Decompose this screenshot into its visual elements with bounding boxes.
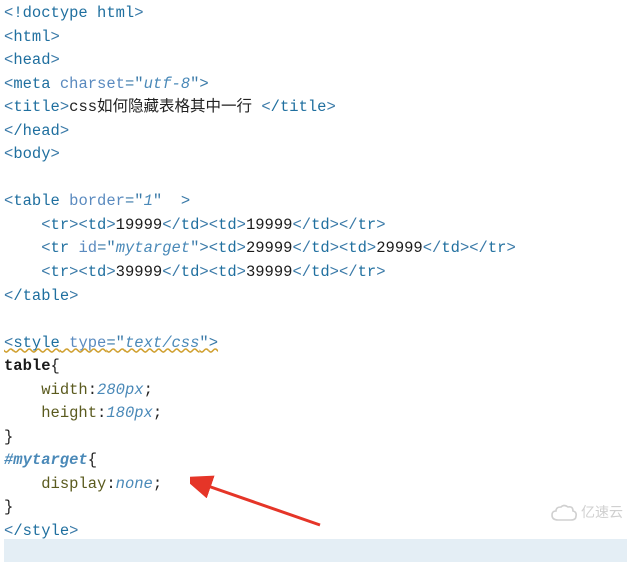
attr-charset: charset <box>60 75 125 93</box>
tag-title-open: title <box>13 98 60 116</box>
val-border: 1 <box>144 192 153 210</box>
attr-border: border <box>69 192 125 210</box>
tag-table-close: /table <box>13 287 69 305</box>
code-block: <!doctype html> <html> <head> <meta char… <box>4 2 627 544</box>
tag-table-open: table <box>13 192 60 210</box>
val-textcss: text/css <box>125 334 199 352</box>
tag-html-open: html <box>13 28 50 46</box>
val-mytarget: mytarget <box>116 239 190 257</box>
cell-r2c1: 29999 <box>246 239 293 257</box>
watermark-text: 亿速云 <box>581 502 623 523</box>
tag-style-open: style <box>13 334 60 352</box>
cell-r3c1: 39999 <box>116 263 163 281</box>
title-text: css如何隐藏表格其中一行 <box>69 98 261 116</box>
prop-width: width <box>41 381 88 399</box>
tag-title-close: /title <box>271 98 327 116</box>
cell-r2c2: 29999 <box>376 239 423 257</box>
prop-height: height <box>41 404 97 422</box>
tag-meta: meta <box>13 75 50 93</box>
attr-id: id <box>78 239 97 257</box>
doctype: !doctype html <box>13 4 134 22</box>
tag-head-open: head <box>13 51 50 69</box>
val-none: none <box>116 475 153 493</box>
selector-table: table <box>4 357 51 375</box>
val-height: 180px <box>106 404 153 422</box>
prop-display: display <box>41 475 106 493</box>
tag-head-close: /head <box>13 122 60 140</box>
val-width: 280px <box>97 381 144 399</box>
attr-type: type <box>69 334 106 352</box>
tag-style-close: /style <box>13 522 69 540</box>
cell-r1c1: 19999 <box>116 216 163 234</box>
cloud-icon <box>551 504 577 521</box>
selector-mytarget: #mytarget <box>4 451 88 469</box>
cell-r1c2: 19999 <box>246 216 293 234</box>
cell-r3c2: 39999 <box>246 263 293 281</box>
tag-body-open: body <box>13 145 50 163</box>
watermark: 亿速云 <box>551 502 623 523</box>
val-charset: utf-8 <box>144 75 191 93</box>
